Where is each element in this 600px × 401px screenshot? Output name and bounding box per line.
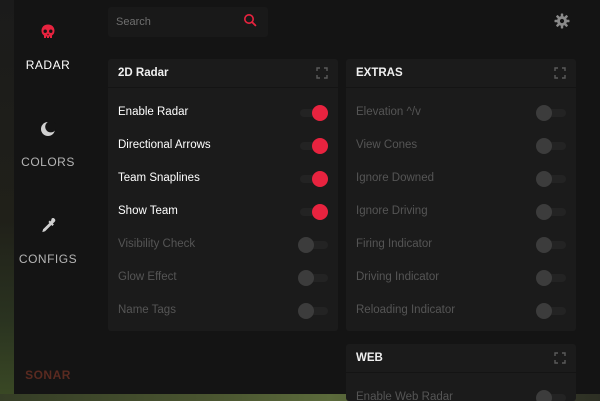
setting-row[interactable]: Elevation ^/v	[346, 101, 576, 125]
toggle-switch[interactable]	[298, 105, 328, 121]
setting-label: Show Team	[118, 205, 178, 217]
setting-row[interactable]: Enable Radar	[108, 101, 338, 125]
toggle-switch[interactable]	[536, 171, 566, 187]
app-window: RADAR COLORS CONFIGS SONAR Search 2D Rad…	[0, 0, 600, 401]
toggle-switch[interactable]	[536, 303, 566, 319]
toggle-switch[interactable]	[298, 237, 328, 253]
toggle-switch[interactable]	[536, 270, 566, 286]
toggle-switch[interactable]	[536, 138, 566, 154]
setting-label: Ignore Downed	[356, 172, 434, 184]
toggle-switch[interactable]	[298, 138, 328, 154]
setting-label: Team Snaplines	[118, 172, 200, 184]
toggle-knob	[298, 237, 314, 253]
panel-header: WEB	[346, 344, 576, 373]
toggle-switch[interactable]	[298, 171, 328, 187]
toggle-knob	[536, 204, 552, 220]
setting-label: Name Tags	[118, 304, 176, 316]
toggle-switch[interactable]	[536, 390, 566, 401]
expand-icon[interactable]	[316, 67, 328, 79]
pipette-icon	[42, 218, 56, 233]
skull-icon	[41, 24, 55, 38]
panel-title: WEB	[356, 352, 383, 364]
toggle-knob	[536, 270, 552, 286]
setting-row[interactable]: Ignore Driving	[346, 200, 576, 224]
setting-label: Firing Indicator	[356, 238, 433, 250]
toggle-knob	[312, 105, 328, 121]
toggle-switch[interactable]	[298, 270, 328, 286]
toggle-switch[interactable]	[536, 204, 566, 220]
setting-row[interactable]: Reloading Indicator	[346, 299, 576, 323]
setting-label: Driving Indicator	[356, 271, 440, 283]
sidebar-item-label: COLORS	[21, 155, 75, 169]
toggle-switch[interactable]	[536, 237, 566, 253]
brand-logo: SONAR	[25, 368, 71, 382]
toggle-knob	[536, 390, 552, 401]
setting-label: Ignore Driving	[356, 205, 428, 217]
toggle-knob	[298, 303, 314, 319]
toggle-knob	[312, 138, 328, 154]
search-icon[interactable]	[243, 13, 257, 27]
toggle-knob	[536, 138, 552, 154]
expand-icon[interactable]	[554, 67, 566, 79]
setting-row[interactable]: Directional Arrows	[108, 134, 338, 158]
extras-panel: EXTRAS Elevation ^/v View Cones Ignore Dow…	[346, 59, 576, 331]
toggle-knob	[536, 237, 552, 253]
panel-title: EXTRAS	[356, 67, 403, 79]
setting-row[interactable]: Show Team	[108, 200, 338, 224]
sidebar-item-configs[interactable]: CONFIGS	[0, 194, 96, 274]
setting-row[interactable]: Visibility Check	[108, 233, 338, 257]
setting-row[interactable]: Enable Web Radar	[346, 386, 576, 401]
sidebar-item-label: RADAR	[25, 58, 71, 72]
sidebar-item-colors[interactable]: COLORS	[0, 97, 96, 177]
setting-label: Glow Effect	[118, 271, 177, 283]
setting-label: Enable Web Radar	[356, 391, 453, 401]
setting-row[interactable]: Ignore Downed	[346, 167, 576, 191]
setting-label: View Cones	[356, 139, 418, 151]
sidebar-item-radar[interactable]: RADAR	[0, 0, 96, 80]
setting-label: Reloading Indicator	[356, 304, 456, 316]
panel-header: 2D Radar	[108, 59, 338, 88]
toggle-knob	[536, 171, 552, 187]
expand-icon[interactable]	[554, 352, 566, 364]
panel-title: 2D Radar	[118, 67, 169, 79]
web-panel: WEB Enable Web Radar	[346, 344, 576, 401]
setting-row[interactable]: Firing Indicator	[346, 233, 576, 257]
panel-header: EXTRAS	[346, 59, 576, 88]
setting-row[interactable]: View Cones	[346, 134, 576, 158]
setting-label: Elevation ^/v	[356, 106, 421, 118]
toggle-switch[interactable]	[298, 303, 328, 319]
search-input[interactable]	[108, 7, 238, 37]
toggle-knob	[312, 204, 328, 220]
gear-icon[interactable]	[554, 13, 570, 29]
toggle-switch[interactable]	[536, 105, 566, 121]
setting-row[interactable]: Name Tags	[108, 299, 338, 323]
setting-label: Visibility Check	[118, 238, 196, 250]
toggle-knob	[298, 270, 314, 286]
toggle-switch[interactable]	[298, 204, 328, 220]
setting-row[interactable]: Driving Indicator	[346, 266, 576, 290]
radar-panel: 2D Radar Enable Radar Directional Arrows T…	[108, 59, 338, 331]
setting-row[interactable]: Glow Effect	[108, 266, 338, 290]
setting-row[interactable]: Team Snaplines	[108, 167, 338, 191]
moon-icon	[41, 121, 57, 136]
sidebar: RADAR COLORS CONFIGS SONAR	[0, 0, 96, 401]
toggle-knob	[536, 303, 552, 319]
sidebar-item-label: CONFIGS	[18, 252, 78, 266]
toggle-knob	[312, 171, 328, 187]
setting-label: Directional Arrows	[118, 139, 211, 151]
toggle-knob	[536, 105, 552, 121]
setting-label: Enable Radar	[118, 106, 189, 118]
